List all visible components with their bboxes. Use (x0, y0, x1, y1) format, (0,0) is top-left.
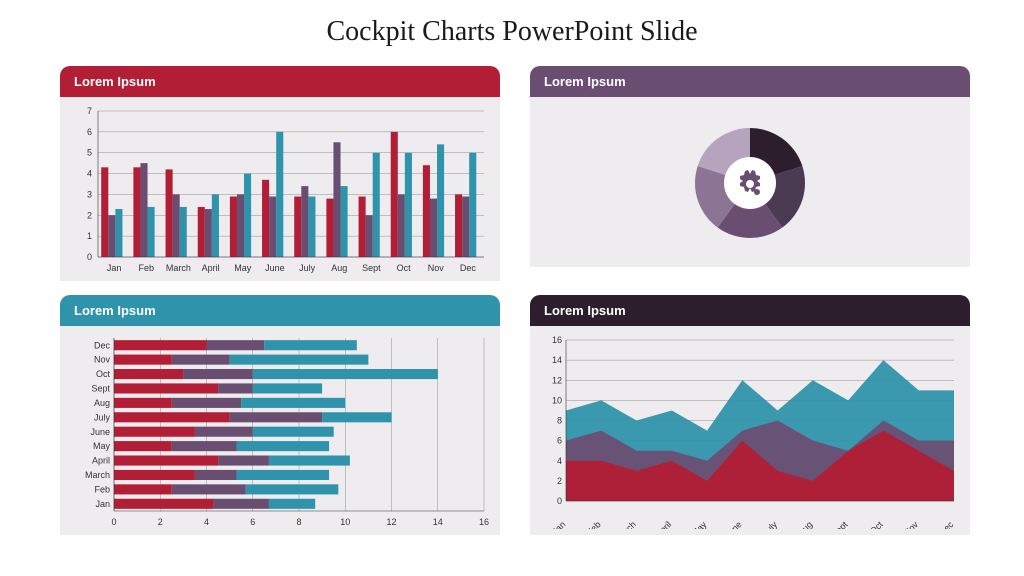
svg-text:10: 10 (340, 517, 350, 527)
svg-text:March: March (613, 519, 638, 529)
svg-text:Aug: Aug (331, 263, 347, 273)
svg-text:8: 8 (296, 517, 301, 527)
svg-text:Feb: Feb (138, 263, 154, 273)
svg-text:Dec: Dec (937, 519, 956, 529)
svg-text:14: 14 (433, 517, 443, 527)
svg-text:Sept: Sept (829, 519, 850, 529)
svg-text:Aug: Aug (94, 398, 110, 408)
svg-text:4: 4 (204, 517, 209, 527)
svg-text:5: 5 (87, 148, 92, 158)
svg-text:2: 2 (557, 476, 562, 486)
svg-text:April: April (202, 263, 220, 273)
svg-text:3: 3 (87, 189, 92, 199)
svg-text:10: 10 (552, 395, 562, 405)
svg-text:July: July (761, 519, 780, 529)
svg-text:March: March (166, 263, 191, 273)
svg-text:Oct: Oct (397, 263, 412, 273)
svg-text:0: 0 (111, 517, 116, 527)
panel-body: 0 2 4 6 8 10 12 14 16 Jan Feb March April May June July… (530, 326, 970, 535)
stacked-hbar-chart: 0 2 4 6 8 10 12 14 16 Dec Nov Oct Sept Aug July June May… (70, 334, 490, 529)
svg-text:6: 6 (250, 517, 255, 527)
svg-text:June: June (265, 263, 285, 273)
panel-top-left: Lorem Ipsum 0 1 2 3 4 5 6 7 Jan Feb March April May J… (60, 66, 500, 281)
panel-header: Lorem Ipsum (60, 295, 500, 326)
panel-body (530, 97, 970, 267)
svg-text:Oct: Oct (868, 519, 885, 529)
svg-text:Dec: Dec (460, 263, 477, 273)
svg-text:Dec: Dec (94, 340, 111, 350)
svg-text:7: 7 (87, 106, 92, 116)
svg-text:Jan: Jan (550, 519, 567, 529)
svg-text:June: June (723, 519, 744, 529)
svg-text:14: 14 (552, 355, 562, 365)
svg-text:April: April (92, 456, 110, 466)
svg-text:1: 1 (87, 231, 92, 241)
svg-text:July: July (94, 412, 111, 422)
panel-bottom-right: Lorem Ipsum 0 2 4 6 8 10 12 14 16 Jan Feb March Apri… (530, 295, 970, 535)
svg-text:Sept: Sept (91, 384, 110, 394)
svg-text:0: 0 (557, 496, 562, 506)
donut-chart (675, 108, 825, 258)
area-chart: 0 2 4 6 8 10 12 14 16 Jan Feb March April May June July… (540, 334, 960, 529)
svg-text:2: 2 (87, 210, 92, 220)
svg-text:4: 4 (557, 456, 562, 466)
svg-text:Jan: Jan (95, 499, 110, 509)
svg-text:Feb: Feb (585, 519, 603, 529)
svg-text:6: 6 (557, 436, 562, 446)
panel-header: Lorem Ipsum (60, 66, 500, 97)
panel-body: 0 2 4 6 8 10 12 14 16 Dec Nov Oct Sept Aug July June May… (60, 326, 500, 535)
svg-text:Feb: Feb (94, 484, 110, 494)
grouped-bar-chart: 0 1 2 3 4 5 6 7 Jan Feb March April May June July Aug Se… (70, 105, 490, 275)
svg-text:12: 12 (386, 517, 396, 527)
svg-text:12: 12 (552, 375, 562, 385)
svg-text:Nov: Nov (428, 263, 445, 273)
svg-text:Nov: Nov (902, 519, 921, 529)
svg-text:May: May (93, 441, 111, 451)
svg-text:May: May (234, 263, 252, 273)
svg-text:8: 8 (557, 416, 562, 426)
svg-text:6: 6 (87, 127, 92, 137)
svg-text:Nov: Nov (94, 355, 111, 365)
panel-header: Lorem Ipsum (530, 66, 970, 97)
chart-grid: Lorem Ipsum 01234567JanFebMarchAprilMayJ… (60, 66, 964, 535)
svg-text:May: May (689, 519, 708, 529)
svg-text:Sept: Sept (362, 263, 381, 273)
svg-text:0: 0 (87, 252, 92, 262)
svg-text:Aug: Aug (796, 519, 814, 529)
panel-header: Lorem Ipsum (530, 295, 970, 326)
svg-text:March: March (85, 470, 110, 480)
svg-text:Oct: Oct (96, 369, 111, 379)
svg-text:June: June (90, 427, 110, 437)
panel-bottom-left: Lorem Ipsum 0 2 4 6 8 10 12 14 16 Dec Nov Oct Sept Au… (60, 295, 500, 535)
svg-text:2: 2 (158, 517, 163, 527)
page-title: Cockpit Charts PowerPoint Slide (60, 16, 964, 48)
panel-body: 0 1 2 3 4 5 6 7 Jan Feb March April May June July Aug Se… (60, 97, 500, 281)
svg-text:April: April (653, 519, 673, 529)
panel-top-right: Lorem Ipsum (530, 66, 970, 281)
svg-text:Jan: Jan (107, 263, 122, 273)
svg-text:16: 16 (479, 517, 489, 527)
svg-text:July: July (299, 263, 316, 273)
svg-text:16: 16 (552, 335, 562, 345)
svg-text:4: 4 (87, 169, 92, 179)
